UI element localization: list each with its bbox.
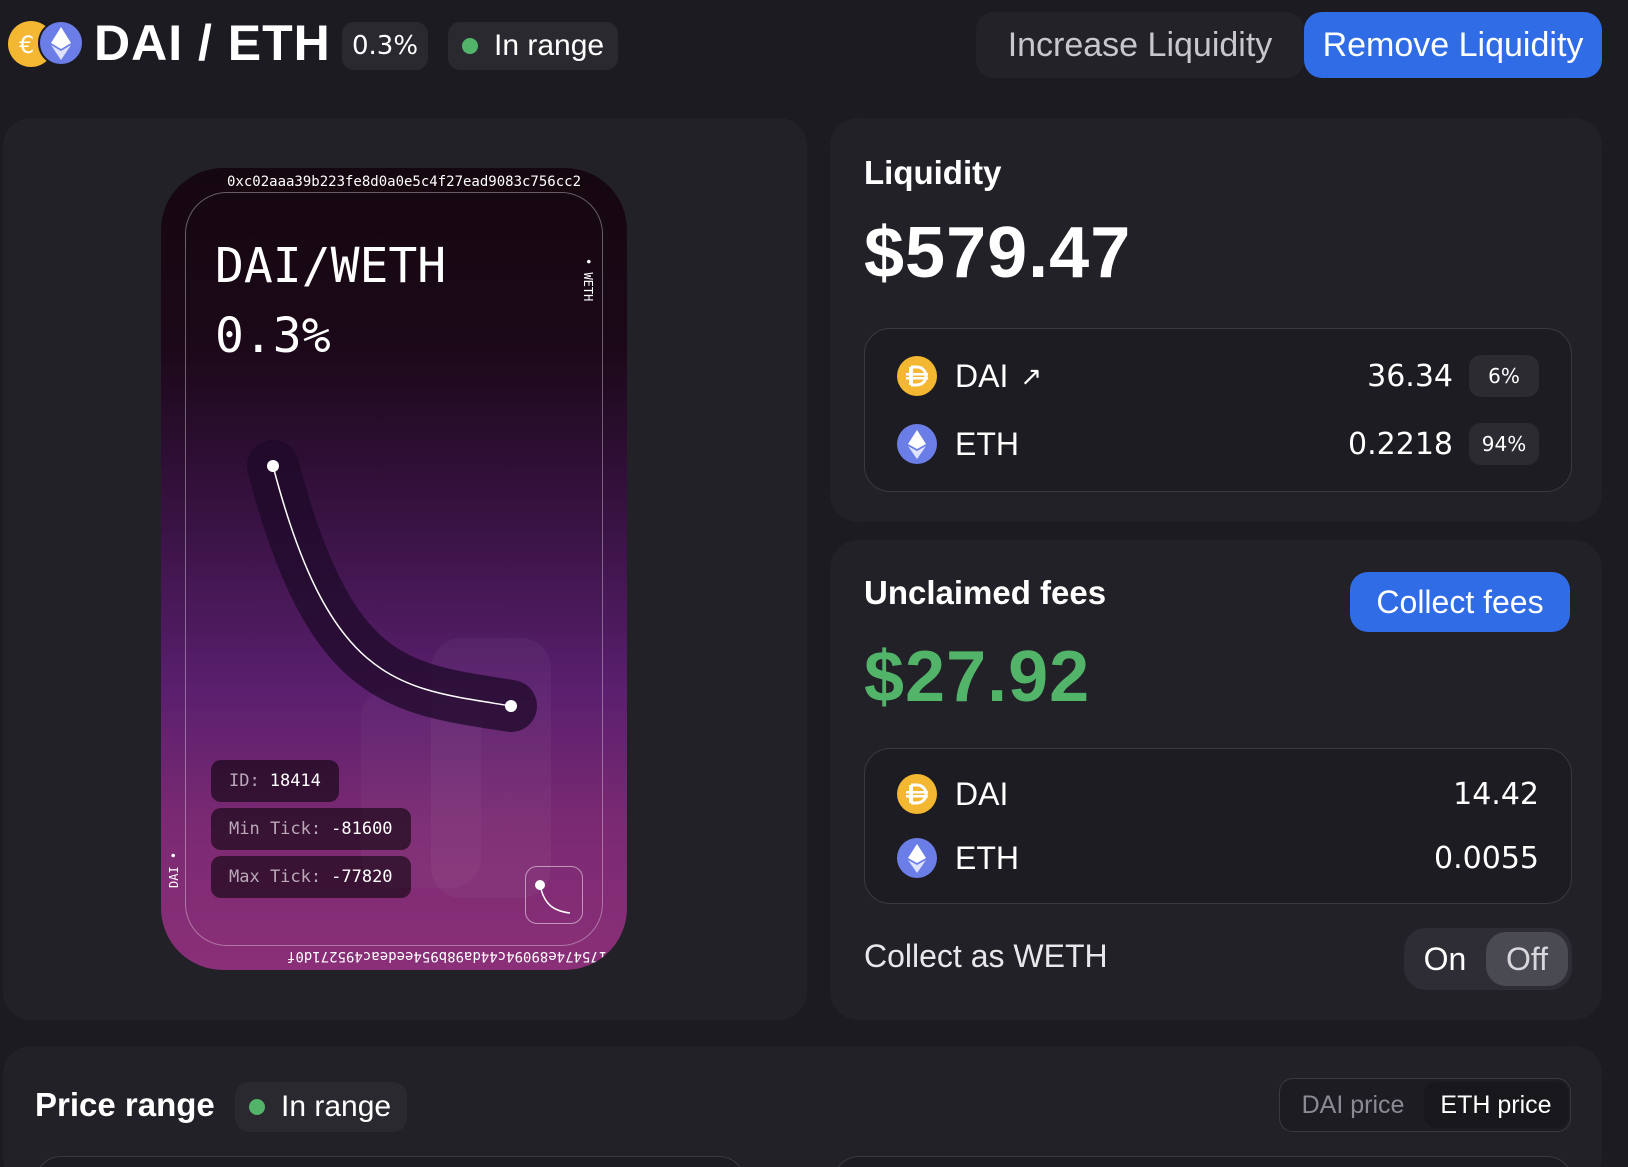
nft-id-value: 18414 (269, 771, 321, 791)
status-dot-icon (462, 38, 478, 54)
token-name: DAI (955, 357, 1009, 394)
nft-id-tag: ID: 18414 (211, 760, 339, 802)
external-link-icon[interactable]: ↗ (1020, 361, 1042, 392)
fees-token-list: DAI 14.42 ETH 0.0055 (864, 748, 1572, 904)
increase-liquidity-button[interactable]: Increase Liquidity (976, 12, 1304, 78)
eth-icon (38, 20, 84, 66)
fees-row-dai: DAI 14.42 (897, 771, 1539, 817)
price-denomination-toggle[interactable]: DAI price ETH price (1279, 1078, 1571, 1132)
token-amount: 14.42 (1453, 776, 1539, 812)
token-share-badge: 6% (1469, 355, 1539, 397)
remove-liquidity-button[interactable]: Remove Liquidity (1304, 12, 1602, 78)
unclaimed-fees-panel: Unclaimed fees Collect fees $27.92 DAI 1… (830, 540, 1602, 1020)
nft-max-tick-value: -77820 (331, 867, 393, 887)
fees-row-eth: ETH 0.0055 (897, 835, 1539, 881)
collect-as-weth-label: Collect as WETH (864, 938, 1108, 974)
nft-fee-label: 0.3% (215, 308, 331, 364)
price-range-panel: Price range In range DAI price ETH price (3, 1046, 1602, 1167)
eth-icon (897, 838, 937, 878)
fee-tier-badge: 0.3% (342, 22, 428, 70)
min-price-card (35, 1156, 745, 1167)
token-amount: 36.34 (1367, 358, 1453, 394)
status-dot-icon (249, 1099, 265, 1115)
dai-icon (897, 774, 937, 814)
page-title: DAI / ETH (94, 15, 331, 71)
price-range-title: Price range (35, 1086, 215, 1123)
position-nft-card: 0xc02aaa39b223fe8d0a0e5c4f27ead9083c756c… (161, 168, 627, 970)
token-amount: 0.0055 (1434, 840, 1539, 876)
token-name: ETH (955, 425, 1019, 462)
fees-title: Unclaimed fees (864, 574, 1107, 611)
token-name: DAI (955, 775, 1009, 812)
nft-mini-curve-icon (525, 866, 583, 924)
pair-icons: € (8, 20, 84, 68)
status-label: In range (494, 29, 605, 62)
liquidity-title: Liquidity (864, 154, 1002, 191)
liquidity-row-dai[interactable]: DAI ↗ 36.34 6% (897, 353, 1539, 399)
fees-value: $27.92 (864, 637, 1091, 717)
nft-min-tick-label: Min Tick: (229, 819, 322, 839)
nft-token-address-top: 0xc02aaa39b223fe8d0a0e5c4f27ead9083c756c… (227, 174, 582, 190)
dai-icon (897, 356, 937, 396)
collect-as-weth-toggle[interactable]: On Off (1404, 928, 1572, 990)
dai-price-option[interactable]: DAI price (1280, 1079, 1426, 1131)
eth-icon (897, 424, 937, 464)
svg-text:€: € (19, 31, 34, 59)
nft-panel: 0xc02aaa39b223fe8d0a0e5c4f27ead9083c756c… (3, 118, 807, 1020)
liquidity-panel: Liquidity $579.47 DAI ↗ 36.34 6% ETH 0.2… (830, 118, 1602, 522)
max-price-card (833, 1156, 1573, 1167)
nft-min-tick-tag: Min Tick: -81600 (211, 808, 411, 850)
status-badge: In range (235, 1082, 407, 1132)
token-amount: 0.2218 (1348, 426, 1453, 462)
nft-pair-label: DAI/WETH (215, 238, 447, 294)
nft-id-label: ID: (229, 771, 260, 791)
token-share-badge: 94% (1469, 423, 1539, 465)
toggle-off-option[interactable]: Off (1486, 932, 1568, 986)
nft-side-label-left: DAI • (167, 851, 181, 888)
collect-fees-button[interactable]: Collect fees (1350, 572, 1570, 632)
token-name: ETH (955, 839, 1019, 876)
nft-min-tick-value: -81600 (331, 819, 393, 839)
status-badge: In range (448, 22, 618, 70)
position-header: € DAI / ETH 0.3% In range Increase Liqui… (0, 0, 1628, 90)
liquidity-token-list: DAI ↗ 36.34 6% ETH 0.2218 94% (864, 328, 1572, 492)
toggle-on-option[interactable]: On (1404, 928, 1486, 990)
liquidity-row-eth: ETH 0.2218 94% (897, 421, 1539, 467)
nft-max-tick-label: Max Tick: (229, 867, 322, 887)
nft-token-address-bottom: 0x6b175474e89094c44da98b954eedeac495271d… (286, 948, 627, 964)
status-label: In range (281, 1090, 392, 1123)
nft-side-label-right: • WETH (581, 258, 595, 302)
liquidity-value: $579.47 (864, 213, 1132, 293)
eth-price-option[interactable]: ETH price (1424, 1082, 1568, 1128)
nft-max-tick-tag: Max Tick: -77820 (211, 856, 411, 898)
